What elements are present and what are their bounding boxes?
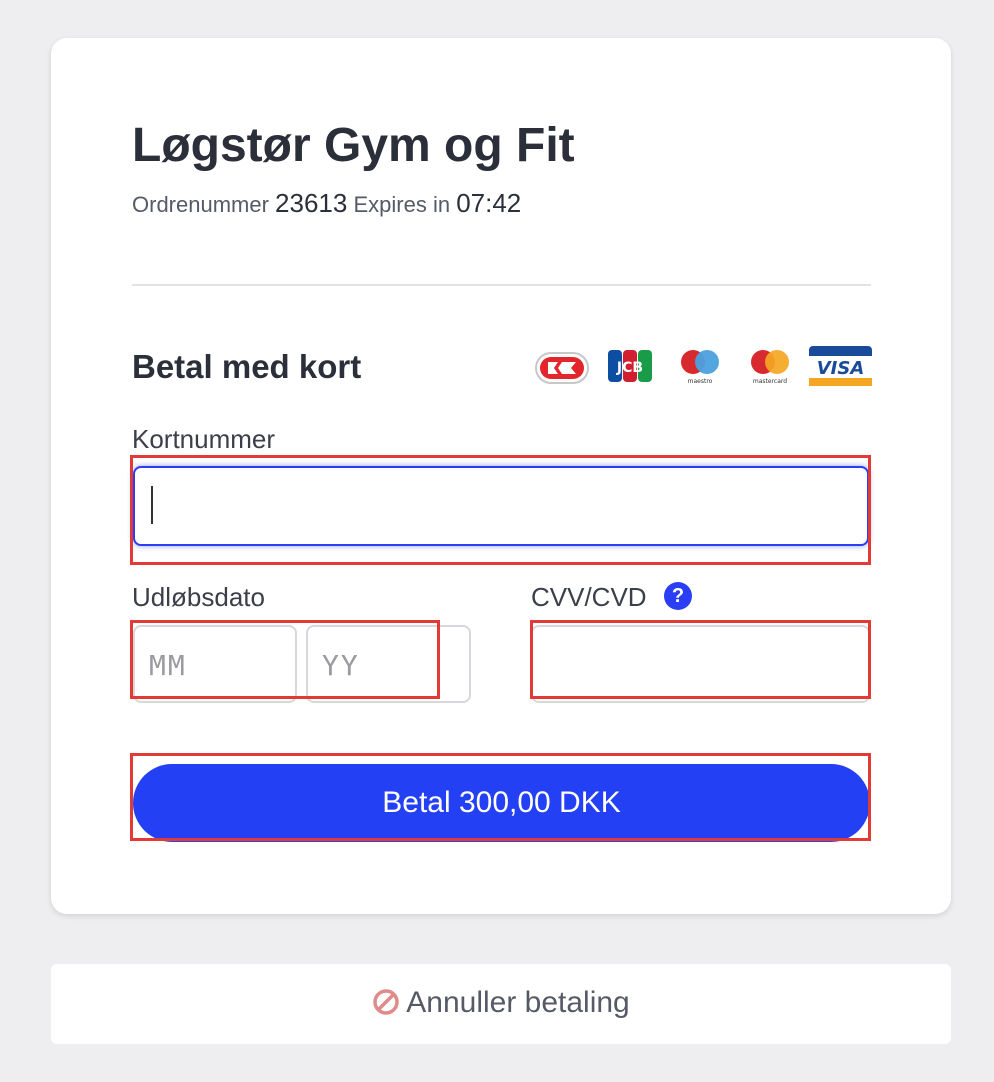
jcb-icon: JCB bbox=[608, 350, 652, 382]
prohibit-icon bbox=[373, 989, 399, 1015]
visa-icon: VISA bbox=[809, 346, 872, 386]
cancel-label: Annuller betaling bbox=[406, 986, 630, 1019]
expiry-label: Udløbsdato bbox=[132, 582, 265, 612]
expiry-month-placeholder: MM bbox=[149, 649, 187, 682]
expires-label: Expires in bbox=[353, 192, 451, 217]
svg-text:JCB: JCB bbox=[616, 360, 643, 376]
maestro-icon: maestro bbox=[681, 350, 719, 385]
section-title: Betal med kort bbox=[132, 348, 362, 385]
svg-text:mastercard: mastercard bbox=[753, 378, 787, 385]
divider bbox=[132, 284, 871, 286]
payment-card: Løgstør Gym og Fit Ordrenummer 23613 Exp… bbox=[51, 38, 951, 914]
help-icon[interactable]: ? bbox=[664, 582, 692, 610]
svg-text:VISA: VISA bbox=[817, 358, 865, 379]
card-number-label: Kortnummer bbox=[132, 424, 276, 454]
card-number-input[interactable] bbox=[133, 466, 869, 546]
expiry-year-input[interactable]: YY bbox=[306, 625, 471, 703]
expiry-month-input[interactable]: MM bbox=[133, 625, 297, 703]
text-caret bbox=[151, 486, 153, 524]
order-number: 23613 bbox=[275, 188, 348, 218]
cancel-button[interactable]: Annuller betaling bbox=[51, 964, 951, 1044]
order-label: Ordrenummer bbox=[132, 192, 269, 217]
card-logos: JCB maestro mastercard VISA bbox=[535, 344, 872, 390]
merchant-name: Løgstør Gym og Fit bbox=[132, 119, 575, 172]
pay-button[interactable]: Betal 300,00 DKK bbox=[133, 764, 870, 842]
expiry-year-placeholder: YY bbox=[322, 649, 360, 682]
mastercard-icon: mastercard bbox=[751, 350, 789, 385]
cancel-content: Annuller betaling bbox=[51, 986, 951, 1020]
cvv-label: CVV/CVD bbox=[531, 582, 647, 612]
cvv-input[interactable] bbox=[531, 625, 870, 703]
expires-timer: 07:42 bbox=[456, 188, 522, 218]
order-info: Ordrenummer 23613 Expires in 07:42 bbox=[132, 188, 521, 219]
dankort-icon bbox=[535, 352, 589, 384]
svg-text:maestro: maestro bbox=[688, 378, 713, 385]
